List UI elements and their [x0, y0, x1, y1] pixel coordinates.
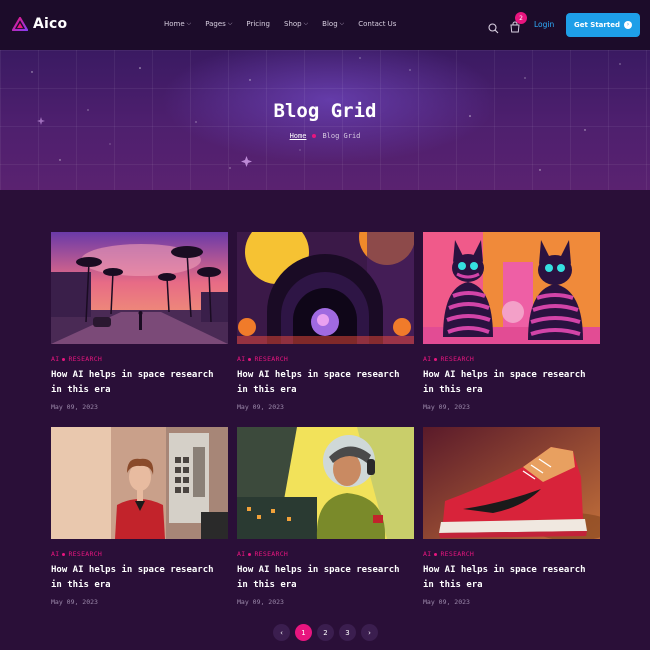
pagination-page-3[interactable]: 3 — [339, 624, 356, 641]
breadcrumb: Home Blog Grid — [0, 132, 650, 140]
post-date: May 09, 2023 — [423, 403, 470, 411]
post-title[interactable]: How AI helps in space research in this e… — [237, 563, 414, 592]
post-image-woman-red-jacket[interactable] — [51, 427, 228, 539]
nav-pricing[interactable]: Pricing — [246, 20, 270, 28]
blog-card: AI RESEARCH How AI helps in space researc… — [51, 427, 228, 606]
post-title[interactable]: How AI helps in space research in this e… — [51, 563, 228, 592]
post-category-a: AI — [237, 550, 246, 558]
post-category[interactable]: AI RESEARCH — [423, 550, 600, 558]
category-separator — [248, 552, 252, 556]
category-separator — [434, 552, 438, 556]
post-category[interactable]: AI RESEARCH — [237, 550, 414, 558]
blog-card: AI RESEARCH How AI helps in space researc… — [423, 427, 600, 606]
nav-pages-label: Pages — [205, 20, 226, 28]
category-separator — [248, 357, 252, 361]
post-title[interactable]: How AI helps in space research in this e… — [423, 563, 600, 592]
pagination-page-1[interactable]: 1 — [295, 624, 312, 641]
logo-text: Aico — [33, 16, 68, 32]
page-hero: Blog Grid Home Blog Grid — [0, 50, 650, 190]
breadcrumb-separator — [312, 134, 317, 138]
cart-count-badge: 2 — [515, 12, 527, 24]
breadcrumb-current: Blog Grid — [322, 132, 361, 140]
post-image-synthwave-street[interactable] — [51, 232, 228, 344]
category-separator — [62, 357, 66, 361]
post-date: May 09, 2023 — [237, 403, 284, 411]
post-date: May 09, 2023 — [237, 598, 284, 606]
post-image-striped-cats[interactable] — [423, 232, 600, 344]
blog-card: AI RESEARCH How AI helps in space researc… — [237, 232, 414, 411]
blog-card: AI RESEARCH How AI helps in space researc… — [423, 232, 600, 411]
post-date: May 09, 2023 — [51, 403, 98, 411]
category-separator — [434, 357, 438, 361]
nav-shop[interactable]: Shop ⌵ — [284, 20, 308, 28]
chevron-down-icon: ⌵ — [339, 20, 345, 27]
post-category-b: RESEARCH — [440, 550, 475, 558]
nav-home[interactable]: Home ⌵ — [164, 20, 191, 28]
chevron-down-icon: ⌵ — [227, 20, 233, 27]
chevron-down-icon: ⌵ — [186, 20, 192, 27]
nav-contact[interactable]: Contact Us — [358, 20, 396, 28]
post-category-a: AI — [423, 550, 432, 558]
logo[interactable]: Aico — [12, 16, 67, 32]
post-category[interactable]: AI RESEARCH — [51, 550, 228, 558]
search-icon[interactable] — [488, 19, 499, 34]
login-link[interactable]: Login — [534, 20, 554, 29]
post-category-b: RESEARCH — [254, 355, 289, 363]
post-category-a: AI — [51, 550, 60, 558]
nav-pricing-label: Pricing — [246, 20, 270, 28]
post-category-b: RESEARCH — [68, 355, 103, 363]
post-category-b: RESEARCH — [68, 550, 103, 558]
post-category[interactable]: AI RESEARCH — [51, 355, 228, 363]
post-category-b: RESEARCH — [440, 355, 475, 363]
pagination-prev-chevron-left-icon[interactable]: ‹ — [273, 624, 290, 641]
post-date: May 09, 2023 — [423, 598, 470, 606]
post-image-red-sneaker[interactable] — [423, 427, 600, 539]
post-category-b: RESEARCH — [254, 550, 289, 558]
post-category[interactable]: AI RESEARCH — [237, 355, 414, 363]
nav-home-label: Home — [164, 20, 185, 28]
post-category-a: AI — [237, 355, 246, 363]
post-category[interactable]: AI RESEARCH — [423, 355, 600, 363]
get-started-label: Get Started — [574, 21, 620, 29]
post-image-astronaut-pilot[interactable] — [237, 427, 414, 539]
post-date: May 09, 2023 — [51, 598, 98, 606]
post-title[interactable]: How AI helps in space research in this e… — [237, 368, 414, 397]
post-category-a: AI — [423, 355, 432, 363]
blog-card: AI RESEARCH How AI helps in space researc… — [237, 427, 414, 606]
pagination-next-chevron-right-icon[interactable]: › — [361, 624, 378, 641]
arrow-right-icon: › — [623, 21, 632, 29]
nav-contact-label: Contact Us — [358, 20, 397, 28]
breadcrumb-home-link[interactable]: Home — [290, 132, 307, 140]
category-separator — [62, 552, 66, 556]
chevron-down-icon: ⌵ — [303, 20, 309, 27]
nav-blog[interactable]: Blog ⌵ — [322, 20, 344, 28]
logo-triangle-icon — [12, 17, 28, 31]
get-started-button[interactable]: Get Started › — [566, 13, 640, 37]
nav-pages[interactable]: Pages ⌵ — [205, 20, 232, 28]
pagination: ‹ 1 2 3 › — [273, 624, 383, 641]
post-title[interactable]: How AI helps in space research in this e… — [51, 368, 228, 397]
blog-card: AI RESEARCH How AI helps in space researc… — [51, 232, 228, 411]
site-header: Aico Home ⌵ Pages ⌵ Pricing Shop ⌵ Blog … — [0, 0, 650, 50]
post-category-a: AI — [51, 355, 60, 363]
main-nav: Home ⌵ Pages ⌵ Pricing Shop ⌵ Blog ⌵ Con… — [164, 20, 396, 28]
post-title[interactable]: How AI helps in space research in this e… — [423, 368, 600, 397]
nav-shop-label: Shop — [284, 20, 302, 28]
page-title: Blog Grid — [273, 100, 377, 122]
nav-blog-label: Blog — [322, 20, 338, 28]
post-image-retro-portal[interactable] — [237, 232, 414, 344]
pagination-page-2[interactable]: 2 — [317, 624, 334, 641]
